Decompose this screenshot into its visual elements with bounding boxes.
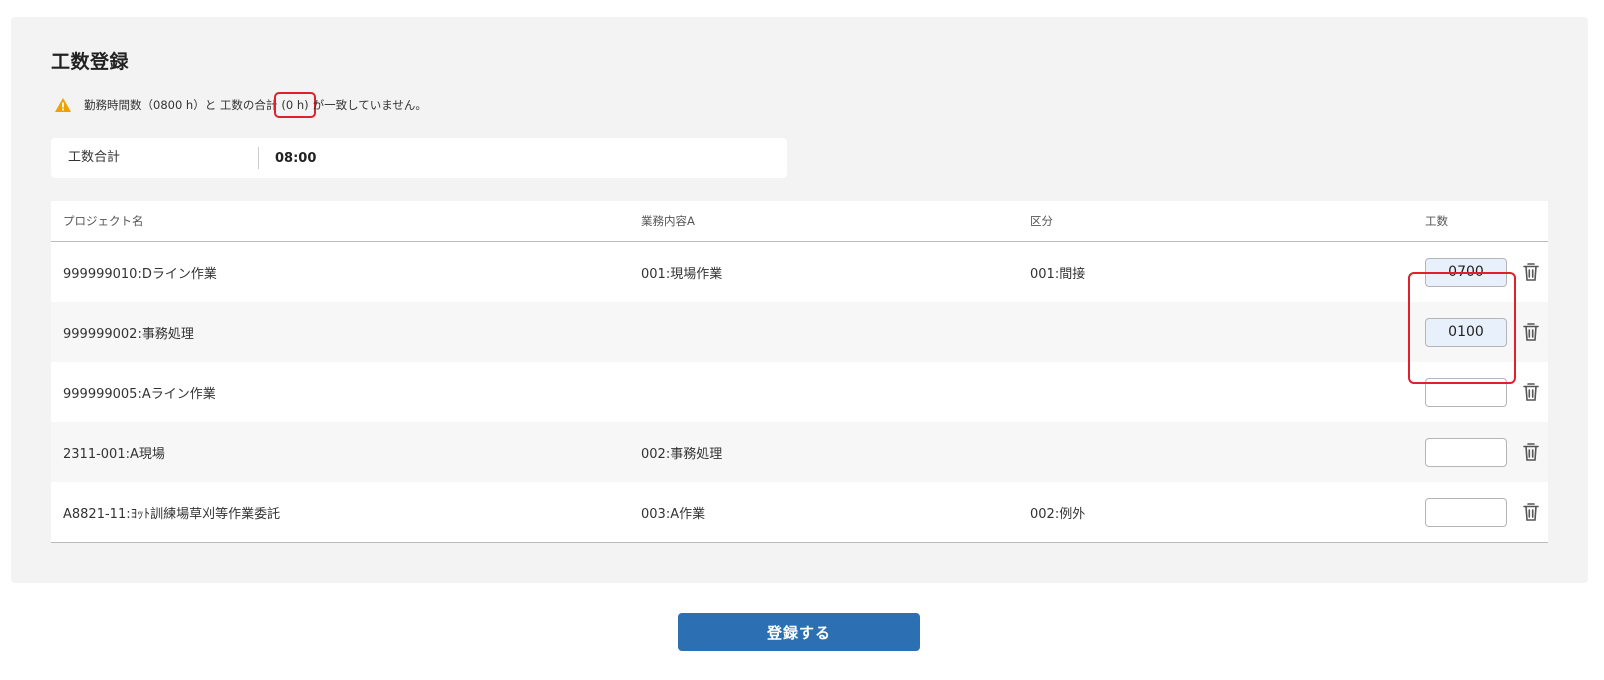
table-row: 999999005:Aライン作業	[51, 362, 1548, 422]
project-cell: 999999010:Dライン作業	[63, 266, 217, 282]
total-hours-value: 08:00	[275, 150, 317, 166]
project-cell: 999999005:Aライン作業	[63, 386, 216, 402]
warning-message: 勤務時間数（0800 h）と 工数の合計 (0 h) が一致していません。	[54, 92, 427, 118]
trash-icon[interactable]	[1522, 382, 1540, 402]
category-cell: 002:例外	[1030, 506, 1086, 522]
page-title: 工数登録	[51, 51, 130, 73]
table-header: プロジェクト名 業務内容A 区分 工数	[51, 201, 1548, 242]
category-cell: 001:間接	[1030, 266, 1086, 282]
task-cell: 003:A作業	[641, 506, 706, 522]
task-cell: 001:現場作業	[641, 266, 723, 282]
warning-text-after: が一致していません。	[312, 98, 427, 112]
trash-icon[interactable]	[1522, 502, 1540, 522]
project-cell: 999999002:事務処理	[63, 326, 194, 342]
table-row: 2311-001:A現場 002:事務処理	[51, 422, 1548, 482]
hours-input[interactable]	[1425, 257, 1507, 287]
total-hours-box: 工数合計 08:00	[51, 138, 787, 178]
total-hours-label: 工数合計	[51, 147, 259, 169]
table-row: 999999010:Dライン作業 001:現場作業 001:間接	[51, 242, 1548, 302]
work-hours-table: プロジェクト名 業務内容A 区分 工数 999999010:Dライン作業 001…	[51, 201, 1548, 543]
hours-input[interactable]	[1425, 437, 1507, 467]
header-category: 区分	[1030, 214, 1053, 228]
hours-input[interactable]	[1425, 497, 1507, 527]
hours-input[interactable]	[1425, 377, 1507, 407]
project-cell: A8821-11:ﾖｯﾄ訓練場草刈等作業委託	[63, 506, 281, 522]
header-project: プロジェクト名	[63, 214, 144, 228]
project-cell: 2311-001:A現場	[63, 446, 165, 462]
main-panel: 工数登録 勤務時間数（0800 h）と 工数の合計 (0 h) が一致していませ…	[11, 17, 1588, 583]
task-cell: 002:事務処理	[641, 446, 723, 462]
trash-icon[interactable]	[1522, 322, 1540, 342]
table-row: A8821-11:ﾖｯﾄ訓練場草刈等作業委託 003:A作業 002:例外	[51, 482, 1548, 542]
trash-icon[interactable]	[1522, 262, 1540, 282]
warning-icon	[55, 98, 71, 112]
header-hours: 工数	[1425, 214, 1448, 228]
table-row: 999999002:事務処理	[51, 302, 1548, 362]
trash-icon[interactable]	[1522, 442, 1540, 462]
submit-button[interactable]: 登録する	[678, 613, 920, 651]
header-task: 業務内容A	[641, 214, 695, 228]
hours-input[interactable]	[1425, 317, 1507, 347]
warning-text-before: 勤務時間数（0800 h）と 工数の合計	[84, 98, 278, 112]
warning-highlight: (0 h)	[274, 92, 316, 118]
